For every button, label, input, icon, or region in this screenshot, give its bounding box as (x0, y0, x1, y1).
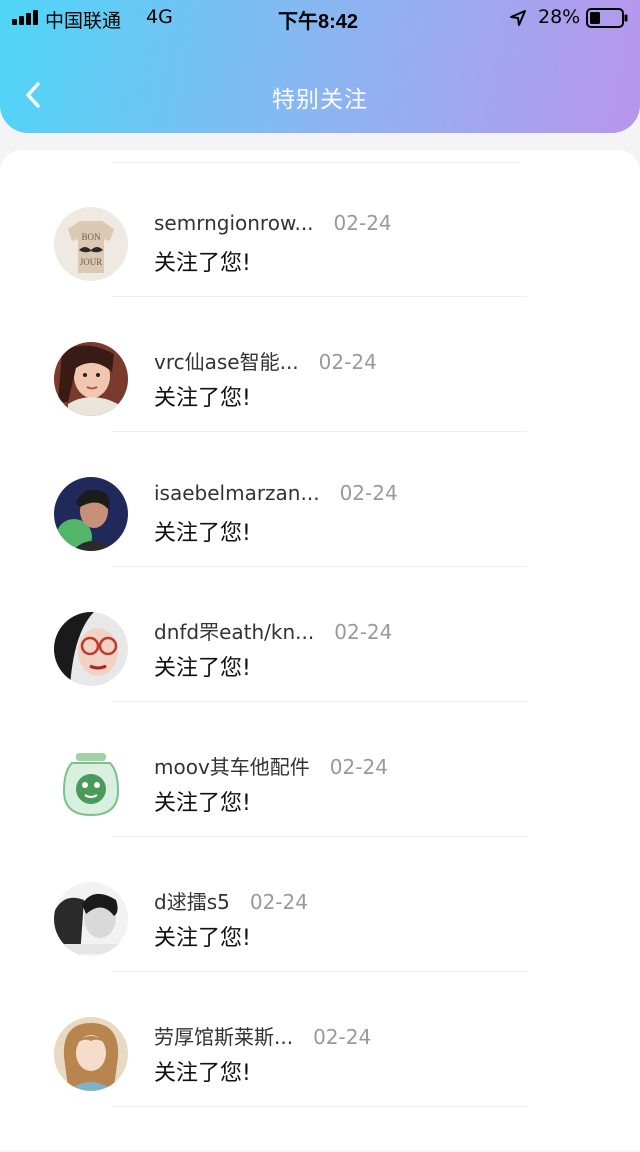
network-type: 4G (146, 6, 173, 28)
message-text: 关注了您! (154, 1061, 251, 1086)
list-item[interactable]: d逑擂s5 02-24 关注了您! (0, 882, 640, 1017)
avatar[interactable]: BON JOUR (54, 207, 128, 281)
battery-percentage: 28% (538, 6, 581, 28)
divider (112, 296, 527, 297)
username[interactable]: d逑擂s5 (154, 890, 230, 914)
status-bar: 中国联通 4G 下午8:42 28% (0, 0, 640, 36)
username[interactable]: moov其车他配件 (154, 755, 310, 779)
message-text: 关注了您! (154, 251, 251, 276)
shirt-text: BON (81, 232, 101, 242)
timestamp: 02-24 (333, 211, 392, 235)
timestamp: 02-24 (249, 890, 308, 914)
username[interactable]: vrc仙ase智能... (154, 350, 299, 374)
timestamp: 02-24 (329, 755, 388, 779)
username[interactable]: semrngionrow... (154, 211, 314, 235)
notification-list: BON JOUR semrngionrow... 02-24 关注了您! vrc… (0, 150, 640, 1150)
message-text: 关注了您! (154, 926, 251, 951)
timestamp: 02-24 (313, 1025, 372, 1049)
divider (112, 701, 527, 702)
carrier-label: 中国联通 (45, 10, 122, 32)
battery-icon (586, 8, 628, 28)
avatar[interactable] (54, 747, 128, 821)
message-text: 关注了您! (154, 521, 251, 546)
signal-strength-icon (12, 9, 40, 25)
location-arrow-icon (509, 9, 527, 27)
shirt-text: JOUR (80, 257, 103, 267)
username[interactable]: 劳厚馆斯莱斯... (154, 1025, 293, 1049)
username[interactable]: dnfd罘eath/kn... (154, 620, 314, 644)
list-item[interactable]: 劳厚馆斯莱斯... 02-24 关注了您! (0, 1017, 640, 1152)
divider (112, 162, 520, 163)
list-item[interactable]: vrc仙ase智能... 02-24 关注了您! (0, 342, 640, 477)
avatar[interactable] (54, 342, 128, 416)
avatar[interactable] (54, 882, 128, 956)
username[interactable]: isaebelmarzan... (154, 481, 320, 505)
avatar[interactable] (54, 612, 128, 686)
list-item[interactable]: moov其车他配件 02-24 关注了您! (0, 747, 640, 882)
message-text: 关注了您! (154, 656, 251, 681)
list-item[interactable]: dnfd罘eath/kn... 02-24 关注了您! (0, 612, 640, 747)
timestamp: 02-24 (339, 481, 398, 505)
page-title: 特别关注 (272, 87, 368, 113)
list-item[interactable]: isaebelmarzan... 02-24 关注了您! (0, 477, 640, 612)
avatar[interactable] (54, 477, 128, 551)
header-bar: 中国联通 4G 下午8:42 28% 特别关注 (0, 0, 640, 133)
divider (112, 971, 527, 972)
divider (112, 836, 527, 837)
avatar[interactable] (54, 1017, 128, 1091)
timestamp: 02-24 (334, 620, 393, 644)
message-text: 关注了您! (154, 791, 251, 816)
timestamp: 02-24 (318, 350, 377, 374)
list-item[interactable]: BON JOUR semrngionrow... 02-24 关注了您! (0, 207, 640, 342)
divider (112, 566, 527, 567)
divider (112, 431, 527, 432)
message-text: 关注了您! (154, 386, 251, 411)
status-time: 下午8:42 (278, 11, 359, 33)
divider (112, 1106, 527, 1107)
